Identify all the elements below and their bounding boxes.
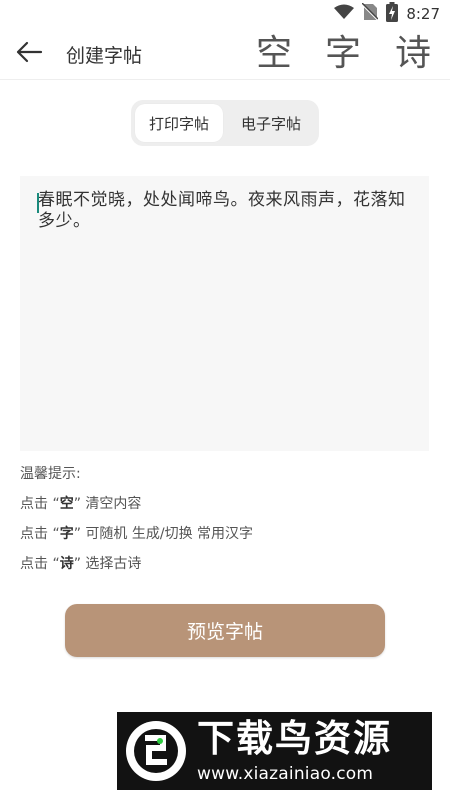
watermark-url: www.xiazainiao.com [197,764,374,784]
tip-clear: 点击 “空” 清空内容 [20,496,142,512]
tips-title: 温馨提示: [20,466,81,482]
bird-logo-icon [126,721,186,781]
copybook-type-tabs: 打印字帖 电子字帖 [131,100,319,146]
watermark-title: 下载鸟资源 [197,717,392,760]
arrow-left-icon [15,41,43,67]
preview-copybook-button[interactable]: 预览字帖 [65,604,385,657]
content-textarea[interactable]: 春眠不觉晓，处处闻啼鸟。夜来风雨声，花落知多少。 [20,176,429,451]
page-title: 创建字帖 [66,45,143,67]
clock: 8:27 [406,5,440,23]
toolbar: 创建字帖 空 字 诗 [0,28,450,80]
random-char-button[interactable]: 字 [325,32,361,76]
tab-digital[interactable]: 电子字帖 [227,104,315,142]
tip-random-char: 点击 “字” 可随机 生成/切换 常用汉字 [20,526,254,542]
status-bar: 8:27 [0,0,450,28]
battery-charging-icon [386,2,399,26]
back-button[interactable] [14,40,44,68]
tip-select-poem: 点击 “诗” 选择古诗 [20,556,142,572]
tab-print[interactable]: 打印字帖 [135,104,223,142]
tips-section: 温馨提示: 点击 “空” 清空内容 点击 “字” 可随机 生成/切换 常用汉字 … [20,462,253,582]
select-poem-button[interactable]: 诗 [395,32,431,76]
watermark-banner: 下载鸟资源 www.xiazainiao.com [117,712,432,790]
text-caret [37,193,39,213]
clear-button[interactable]: 空 [256,32,292,76]
wifi-icon [334,4,355,24]
no-sim-icon [361,2,380,25]
